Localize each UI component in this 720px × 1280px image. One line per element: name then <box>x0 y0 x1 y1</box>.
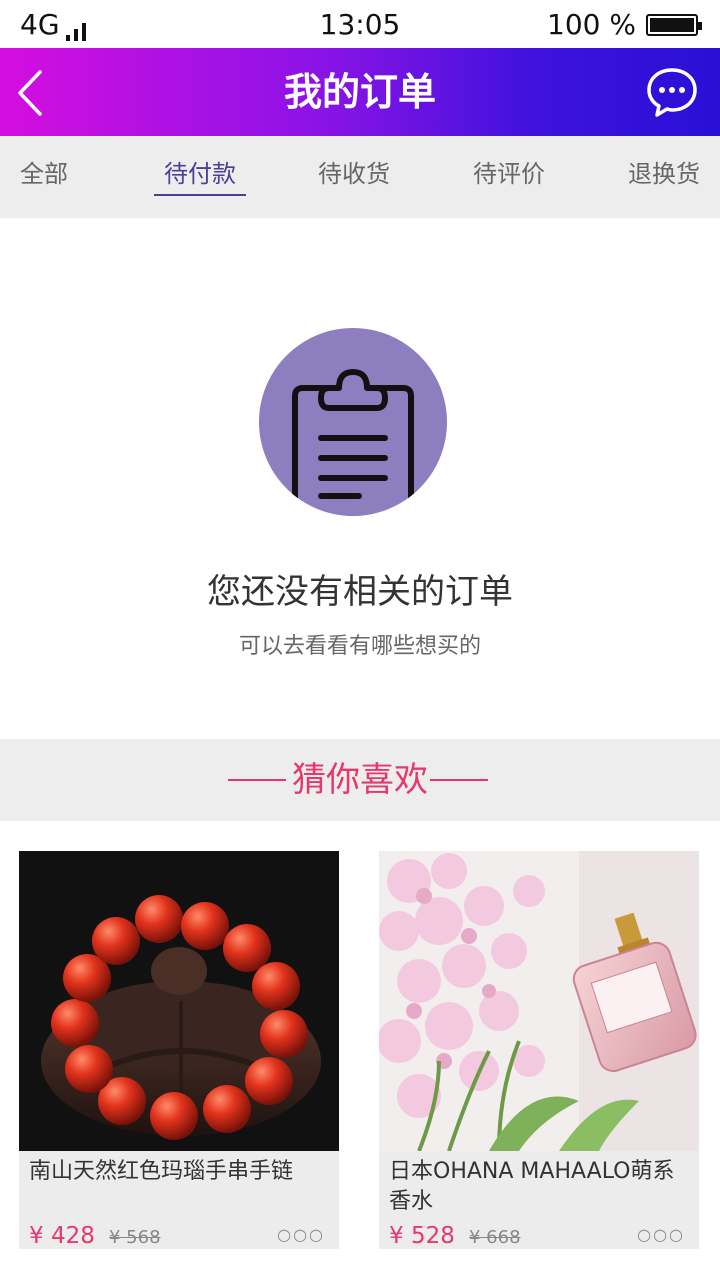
tab-pending-receipt[interactable]: 待收货 <box>318 136 390 218</box>
product-name: 日本OHANA MAHAALO萌系香水 <box>389 1159 675 1214</box>
more-options-icon[interactable]: ○○○ <box>637 1225 685 1244</box>
order-tabs: 全部 待付款 待收货 待评价 退换货 <box>0 136 720 218</box>
status-bar: 4G 13:05 100 % <box>0 0 720 48</box>
product-old-price: ¥ 668 <box>469 1227 521 1248</box>
recommend-header: 猜你喜欢 <box>0 739 720 821</box>
page-title: 我的订单 <box>283 70 436 114</box>
product-old-price: ¥ 568 <box>109 1227 161 1248</box>
chat-icon[interactable] <box>646 66 698 118</box>
empty-subtitle: 可以去看看有哪些想买的 <box>238 634 481 659</box>
product-card[interactable]: 南山天然红色玛瑙手串手链 ¥ 428 ¥ 568 ○○○ <box>19 851 339 1249</box>
clipboard-icon <box>259 328 447 516</box>
product-card[interactable]: 日本OHANA MAHAALO萌系香水 ¥ 528 ¥ 668 ○○○ <box>379 851 699 1249</box>
recommend-title: 猜你喜欢 <box>292 760 428 800</box>
product-name: 南山天然红色玛瑙手串手链 <box>29 1159 294 1184</box>
divider-right <box>430 779 488 781</box>
battery-label: 100 % <box>547 8 636 41</box>
tab-all[interactable]: 全部 <box>20 136 68 218</box>
empty-title: 您还没有相关的订单 <box>207 572 513 612</box>
product-price: ¥ 428 <box>29 1223 95 1249</box>
battery-indicator: 100 % <box>547 8 702 41</box>
app-header: 我的订单 <box>0 48 720 136</box>
product-image-perfume[interactable] <box>379 851 699 1151</box>
tab-pending-review[interactable]: 待评价 <box>473 136 545 218</box>
tab-pending-payment[interactable]: 待付款 <box>154 136 246 218</box>
tab-returns[interactable]: 退换货 <box>628 136 700 218</box>
more-options-icon[interactable]: ○○○ <box>277 1225 325 1244</box>
product-price: ¥ 528 <box>389 1223 455 1249</box>
battery-icon <box>646 13 702 36</box>
product-image-bracelet[interactable] <box>19 851 339 1151</box>
